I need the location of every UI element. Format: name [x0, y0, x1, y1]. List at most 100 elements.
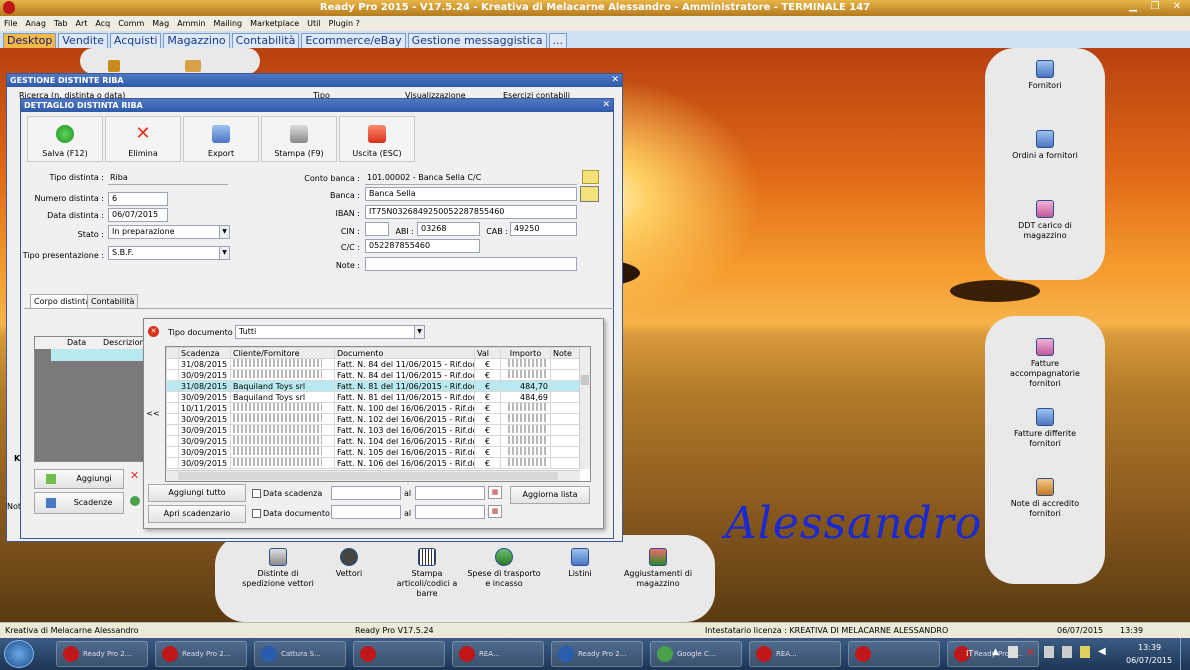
grid-horizontal-scrollbar[interactable] — [166, 470, 580, 481]
menu-mag[interactable]: Mag — [152, 19, 169, 28]
taskbar-item[interactable]: Ready Pro 2... — [155, 641, 247, 667]
close-panel-icon[interactable]: ✕ — [148, 326, 159, 337]
iban-field[interactable]: IT75N0326849250052287855460 — [365, 205, 577, 219]
tray-expand-icon[interactable]: ▲ — [992, 647, 999, 657]
menu-art[interactable]: Art — [75, 19, 87, 28]
tipo-presentazione-select[interactable]: S.B.F. ▼ — [108, 246, 230, 260]
abi-field[interactable]: 03268 — [417, 222, 480, 236]
desktop-spese-trasporto[interactable]: Spese di trasporto e incasso — [466, 548, 542, 589]
cab-field[interactable]: 49250 — [510, 222, 577, 236]
grid-row[interactable]: 30/09/2015 Fatt. N. 104 del 16/06/2015 - … — [166, 435, 581, 447]
tray-security-icon[interactable] — [1080, 646, 1090, 658]
collapse-arrow[interactable]: << — [143, 344, 163, 484]
col-scadenza[interactable]: Scadenza — [178, 347, 231, 359]
tab-vendite[interactable]: Vendite — [58, 33, 108, 48]
tray-network-icon[interactable] — [1062, 646, 1072, 658]
grid-row[interactable]: 30/09/2015 Fatt. N. 102 del 16/06/2015 - … — [166, 413, 581, 425]
grid-row[interactable]: 30/09/2015 Fatt. N. 84 del 11/06/2015 - R… — [166, 369, 581, 381]
col-documento[interactable]: Documento — [334, 347, 475, 359]
col-importo[interactable]: Importo — [500, 347, 551, 359]
corpo-grid-row[interactable] — [51, 349, 143, 361]
desktop-fornitori[interactable]: Fornitori — [1005, 60, 1085, 91]
banca-lookup-icon[interactable] — [580, 186, 599, 202]
aggiungi-tutto-button[interactable]: Aggiungi tutto — [148, 484, 246, 502]
menu-ammin[interactable]: Ammin — [177, 19, 205, 28]
menu-anag[interactable]: Anag — [25, 19, 46, 28]
grid-row[interactable]: 30/09/2015 Baquiland Toys srl Fatt. N. 81 … — [166, 391, 581, 403]
tray-volume-icon[interactable]: ◀ — [1098, 646, 1108, 658]
taskbar-item[interactable] — [848, 641, 940, 667]
menu-comm[interactable]: Comm — [118, 19, 144, 28]
col-cliente[interactable]: Cliente/Fornitore — [230, 347, 335, 359]
tray-flag-icon[interactable] — [1044, 646, 1054, 658]
desktop-note-accredito[interactable]: Note di accredito fornitori — [1005, 478, 1085, 519]
calendar-icon[interactable]: ▦ — [488, 486, 502, 499]
tab-contabilita[interactable]: Contabilità — [231, 33, 300, 48]
outer-close-icon[interactable]: ✕ — [611, 74, 619, 87]
tray-error-icon[interactable]: ✕ — [1026, 646, 1036, 659]
tab-ecommerce[interactable]: Ecommerce/eBay — [301, 33, 406, 48]
desktop-fatture-accompagnatorie[interactable]: Fatture accompagnatorie fornitori — [1005, 338, 1085, 389]
data-scadenza-to[interactable] — [415, 486, 485, 500]
taskbar-item[interactable] — [353, 641, 445, 667]
aggiungi-button[interactable]: Aggiungi — [34, 469, 124, 489]
note-field[interactable] — [365, 257, 577, 271]
minimize-button[interactable]: ▁ — [1124, 0, 1142, 14]
menu-acq[interactable]: Acq — [95, 19, 110, 28]
grid-row[interactable]: 30/09/2015 Fatt. N. 106 del 16/06/2015 - … — [166, 457, 581, 469]
folder-icon[interactable] — [108, 60, 120, 72]
grid-row[interactable]: 10/11/2015 Fatt. N. 100 del 16/06/2015 - … — [166, 402, 581, 414]
desktop-ordini-fornitori[interactable]: Ordini a fornitori — [1005, 130, 1085, 161]
print-button[interactable]: Stampa (F9) — [261, 116, 337, 162]
desktop-distinte-spedizione[interactable]: Distinte di spedizione vettori — [240, 548, 316, 589]
grid-row[interactable]: 31/08/2015 Baquiland Toys srl Fatt. N. 81 … — [166, 380, 581, 392]
taskbar-item[interactable]: Cattura S... — [254, 641, 346, 667]
scadenze-grid[interactable]: Scadenza Cliente/Fornitore Documento Val… — [165, 346, 591, 482]
box-icon[interactable] — [185, 60, 201, 72]
tab-corpo-distinta[interactable]: Corpo distinta — [30, 294, 95, 308]
remove-x-icon[interactable]: ✕ — [130, 469, 139, 482]
tab-contabilita-sub[interactable]: Contabilità — [87, 294, 139, 308]
col-val[interactable]: Val — [474, 347, 501, 359]
tab-magazzino[interactable]: Magazzino — [163, 33, 230, 48]
export-button[interactable]: Export — [183, 116, 259, 162]
stato-select[interactable]: In preparazione ▼ — [108, 225, 230, 239]
tray-language[interactable]: IT — [966, 649, 973, 658]
desktop-fatture-differite[interactable]: Fatture differite fornitori — [1005, 408, 1085, 449]
menu-marketplace[interactable]: Marketplace — [250, 19, 299, 28]
tab-desktop[interactable]: Desktop — [3, 33, 57, 48]
tab-more[interactable]: ... — [548, 33, 568, 48]
restore-button[interactable]: ❐ — [1146, 0, 1164, 14]
conto-lookup-icon[interactable] — [582, 170, 599, 184]
taskbar-item[interactable]: Google C... — [650, 641, 742, 667]
desktop-vettori[interactable]: Vettori — [318, 548, 380, 579]
banca-field[interactable]: Banca Sella — [365, 187, 577, 201]
tray-device-icon[interactable] — [1008, 646, 1018, 658]
scadenze-button[interactable]: Scadenze — [34, 492, 124, 514]
menu-mailing[interactable]: Mailing — [214, 19, 243, 28]
menu-tab[interactable]: Tab — [54, 19, 68, 28]
numero-distinta-field[interactable]: 6 — [108, 192, 168, 206]
inner-close-icon[interactable]: ✕ — [602, 99, 610, 112]
grid-vertical-scrollbar[interactable] — [579, 347, 590, 469]
show-desktop-button[interactable] — [1180, 638, 1190, 670]
desktop-aggiustamenti[interactable]: Aggiustamenti di magazzino — [618, 548, 698, 589]
menu-file[interactable]: File — [4, 19, 17, 28]
tab-messaggistica[interactable]: Gestione messaggistica — [407, 33, 547, 48]
data-distinta-field[interactable]: 06/07/2015 — [108, 208, 168, 222]
taskbar-item[interactable]: Ready Pro 2... — [56, 641, 148, 667]
corpo-grid[interactable]: Data Descrizione — [34, 336, 149, 462]
data-documento-checkbox[interactable] — [252, 509, 261, 518]
apri-scadenzario-button[interactable]: Apri scadenzario — [148, 505, 246, 523]
refresh-icon[interactable] — [130, 496, 140, 506]
taskbar-item[interactable]: REA... — [749, 641, 841, 667]
grid-row[interactable]: 31/08/2015 Fatt. N. 84 del 11/06/2015 - R… — [166, 358, 581, 370]
cc-field[interactable]: 052287855460 — [365, 239, 480, 253]
desktop-ddt-carico[interactable]: DDT carico di magazzino — [1005, 200, 1085, 241]
desktop-stampa-barcode[interactable]: Stampa articoli/codici a barre — [390, 548, 464, 599]
tab-acquisti[interactable]: Acquisti — [109, 33, 162, 48]
scroll-thumb[interactable] — [581, 375, 589, 385]
col-note[interactable]: Note — [550, 347, 581, 359]
start-button[interactable] — [4, 640, 34, 668]
cin-field[interactable] — [365, 222, 389, 236]
